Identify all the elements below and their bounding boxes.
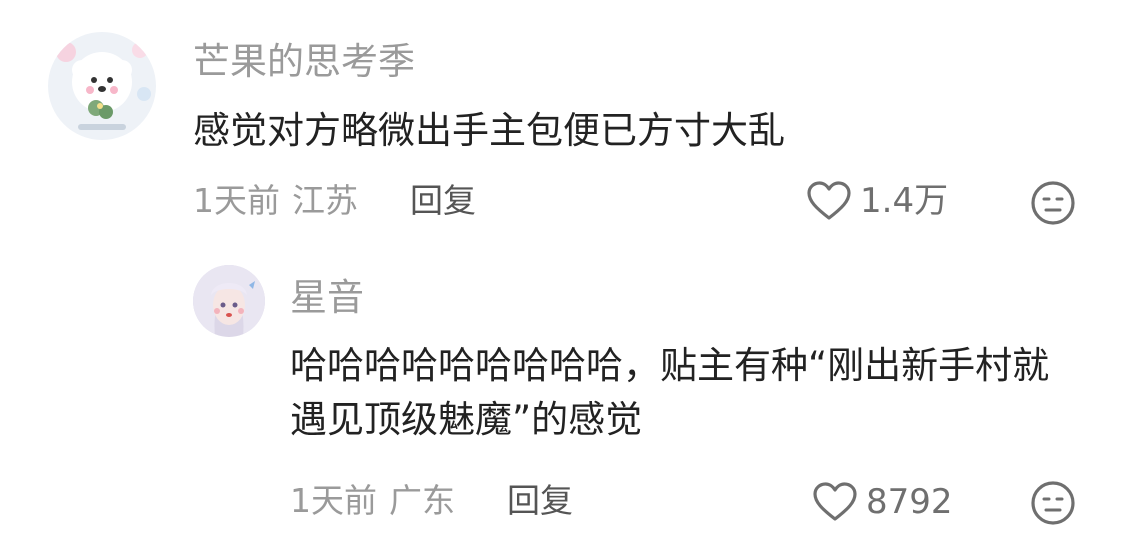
neutral-face-icon [1031,181,1075,225]
reply-meta: 1天前 广东 [290,481,455,521]
reply-button[interactable]: 回复 [410,181,476,221]
reply-like-count: 8792 [866,482,953,522]
like-count: 1.4万 [860,181,949,221]
reply-username[interactable]: 星音 [290,276,364,320]
anime-girl-avatar-icon [193,265,265,337]
reply-time: 1天前 [290,481,377,520]
like-button[interactable]: 1.4万 [806,180,948,222]
reply-like-button[interactable]: 8792 [812,481,953,523]
reply-reply-button[interactable]: 回复 [507,481,573,521]
dislike-button[interactable] [1030,180,1076,226]
neutral-face-icon [1031,481,1075,525]
reply-location: 广东 [389,481,455,520]
heart-outline-icon [807,181,851,220]
reply-dislike-button[interactable] [1030,480,1076,526]
reply-text: 哈哈哈哈哈哈哈哈哈，贴主有种“刚出新手村就遇见顶级魅魔”的感觉 [290,344,1050,441]
comment-meta: 1天前 江苏 [193,181,358,221]
reply-avatar[interactable] [193,265,265,337]
comment-time: 1天前 [193,181,280,220]
comment-username[interactable]: 芒果的思考季 [193,40,415,84]
fluffy-white-dog-avatar-icon [48,32,156,140]
comment-location: 江苏 [292,181,358,220]
comment-text: 感觉对方略微出手主包便已方寸大乱 [193,109,785,152]
avatar[interactable] [48,32,156,140]
heart-outline-icon [813,482,857,521]
